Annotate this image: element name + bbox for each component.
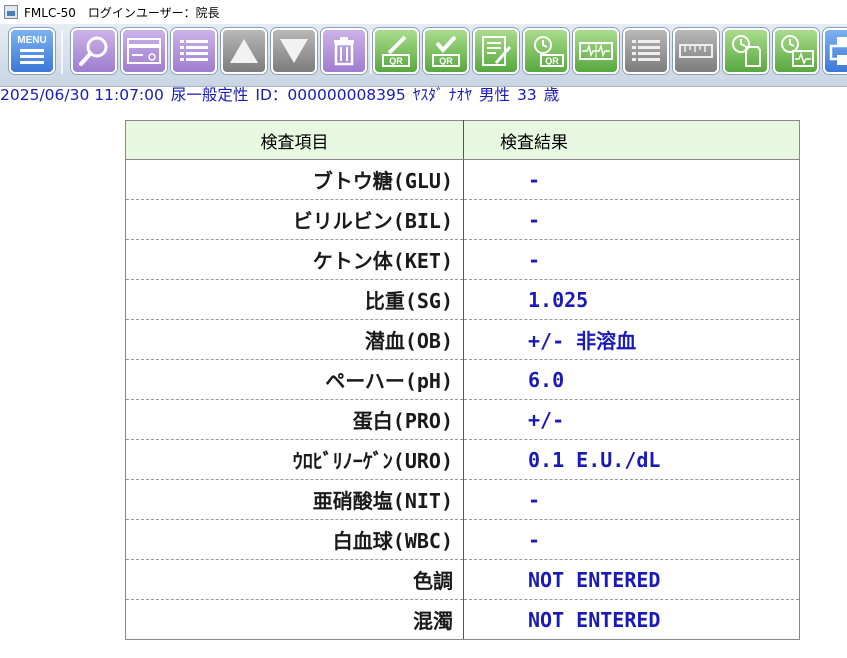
qr-label: QR [439, 56, 453, 66]
table-row: ｳﾛﾋﾞﾘﾉｰｹﾞﾝ(URO) 0.1 E.U./dL [125, 439, 800, 480]
item-name: ペーハー(pH) [125, 359, 464, 400]
clock-qr-icon: QR [534, 36, 564, 67]
item-result: NOT ENTERED [463, 599, 800, 640]
item-name: 潜血(OB) [125, 319, 464, 360]
item-result: 0.1 E.U./dL [463, 439, 800, 480]
clock-doc-button[interactable] [723, 28, 769, 74]
report-edit-button[interactable] [473, 28, 519, 74]
item-name: 色調 [125, 559, 464, 600]
window-title: FMLC-50 ログインユーザー：院長 [24, 4, 232, 21]
login-user: ログインユーザー：院長 [87, 5, 220, 20]
table-row: 蛋白(PRO) +/- [125, 399, 800, 440]
table-row: 混濁 NOT ENTERED [125, 599, 800, 640]
item-result: - [463, 199, 800, 240]
qr-label: QR [389, 56, 403, 66]
clock-doc-icon [732, 35, 761, 67]
waveform-icon [579, 42, 613, 60]
item-result: +/- [463, 399, 800, 440]
table-row: ケトン体(KET) - [125, 239, 800, 280]
magnifier-icon [79, 36, 108, 66]
item-result: - [463, 519, 800, 560]
table-row: 潜血(OB) +/- 非溶血 [125, 319, 800, 360]
clock-wave-button[interactable] [773, 28, 819, 74]
patient-age: 33 [516, 86, 537, 104]
test-type: 尿一般定性 [170, 86, 249, 104]
table-row: 比重(SG) 1.025 [125, 279, 800, 320]
item-name: 亜硝酸塩(NIT) [125, 479, 464, 520]
next-button[interactable] [271, 28, 317, 74]
card-button[interactable] [121, 28, 167, 74]
toolbar: MENU QR QR QR [0, 24, 847, 87]
item-name: 白血球(WBC) [125, 519, 464, 560]
waveform-button[interactable] [573, 28, 619, 74]
item-result: - [463, 159, 800, 200]
check-qr-icon: QR [432, 35, 460, 67]
results-table: 検査項目 検査結果 ブトウ糖(GLU) - ビリルビン(BIL) - ケトン体(KE… [125, 120, 800, 640]
trash-icon [334, 37, 354, 66]
exam-datetime: 2025/06/30 11:07:00 [0, 86, 164, 104]
item-result: - [463, 479, 800, 520]
item-result: 6.0 [463, 359, 800, 400]
list-view-button[interactable] [623, 28, 669, 74]
arrow-up-icon [230, 39, 258, 63]
item-name: ケトン体(KET) [125, 239, 464, 280]
printer-icon [829, 37, 847, 65]
title-bar: FMLC-50 ログインユーザー：院長 [0, 0, 847, 24]
table-row: ブトウ糖(GLU) - [125, 159, 800, 200]
table-row: 色調 NOT ENTERED [125, 559, 800, 600]
menu-label: MENU [17, 35, 47, 46]
item-result: - [463, 239, 800, 280]
item-name: ビリルビン(BIL) [125, 199, 464, 240]
menu-button[interactable]: MENU [9, 28, 55, 74]
clock-qr-button[interactable]: QR [523, 28, 569, 74]
item-result: 1.025 [463, 279, 800, 320]
patient-sex: 男性 [478, 86, 510, 104]
card-icon [127, 38, 161, 64]
app-icon [4, 5, 18, 19]
table-row: 亜硝酸塩(NIT) - [125, 479, 800, 520]
item-name: ブトウ糖(GLU) [125, 159, 464, 200]
delete-button[interactable] [321, 28, 367, 74]
ruler-icon [679, 44, 713, 58]
search-button[interactable] [71, 28, 117, 74]
item-result: NOT ENTERED [463, 559, 800, 600]
qr-label: QR [545, 56, 559, 66]
previous-button[interactable] [221, 28, 267, 74]
table-row: ビリルビン(BIL) - [125, 199, 800, 240]
arrow-down-icon [280, 39, 308, 63]
ruler-button[interactable] [673, 28, 719, 74]
table-row: 白血球(WBC) - [125, 519, 800, 560]
patient-age-unit: 歳 [543, 86, 560, 104]
edit-qr-icon: QR [382, 35, 410, 67]
patient-name: ﾔｽﾀﾞ ﾅｵﾔ [412, 86, 472, 104]
toolbar-separator [370, 30, 372, 74]
clock-wave-icon [781, 35, 814, 67]
header-item: 検査項目 [125, 120, 464, 160]
item-name: 蛋白(PRO) [125, 399, 464, 440]
item-name: 比重(SG) [125, 279, 464, 320]
list-icon [180, 40, 208, 61]
header-result: 検査結果 [463, 120, 800, 160]
table-row: ペーハー(pH) 6.0 [125, 359, 800, 400]
item-result: +/- 非溶血 [463, 319, 800, 360]
item-name: ｳﾛﾋﾞﾘﾉｰｹﾞﾝ(URO) [125, 439, 464, 480]
table-header-row: 検査項目 検査結果 [125, 120, 800, 160]
list-button[interactable] [171, 28, 217, 74]
print-button[interactable] [823, 28, 847, 74]
list-icon [632, 40, 660, 61]
check-qr-button[interactable]: QR [423, 28, 469, 74]
report-edit-icon [482, 36, 512, 66]
edit-qr-button[interactable]: QR [373, 28, 419, 74]
patient-info-bar: 2025/06/30 11:07:00 尿一般定性 ID：000000008395 ﾔ… [0, 84, 847, 106]
item-name: 混濁 [125, 599, 464, 640]
toolbar-separator [61, 30, 63, 74]
app-name: FMLC-50 [24, 5, 76, 20]
patient-id: ID：000000008395 [255, 86, 406, 104]
